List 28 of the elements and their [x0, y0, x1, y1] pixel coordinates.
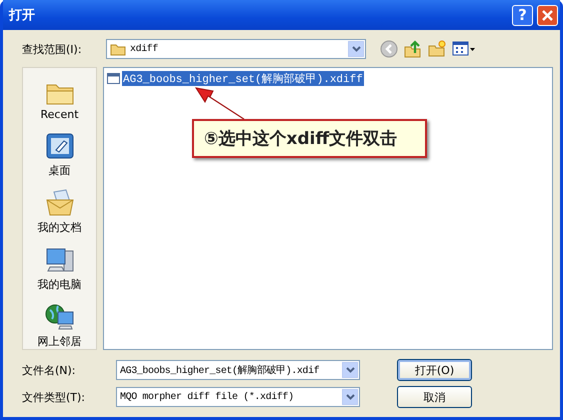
- place-item[interactable]: 我的文档: [23, 184, 96, 241]
- close-icon: [542, 10, 553, 20]
- documents-folder-icon: [44, 188, 76, 218]
- view-menu-icon[interactable]: [452, 41, 476, 57]
- close-button[interactable]: [537, 4, 558, 26]
- desktop-icon: [44, 131, 76, 161]
- file-name-label: 文件名(N):: [22, 362, 77, 378]
- look-in-dropdown[interactable]: xdiff: [106, 39, 366, 59]
- window-title: 打开: [9, 7, 36, 24]
- file-type-dropdown[interactable]: MQO morpher diff file (*.xdiff): [116, 387, 360, 407]
- file-icon: [107, 72, 120, 85]
- cancel-button[interactable]: 取消: [397, 386, 472, 408]
- callout-note: ⑤选中这个xdiff文件双击: [192, 119, 428, 158]
- file-name-field[interactable]: AG3_boobs_higher_set(解胸部破甲).xdif: [116, 360, 360, 380]
- place-item[interactable]: Recent: [23, 76, 96, 127]
- up-folder-icon[interactable]: [404, 40, 422, 58]
- folder-icon: [110, 42, 126, 56]
- file-type-label: 文件类型(T):: [22, 390, 86, 404]
- look-in-label: 查找范围(I):: [22, 42, 83, 56]
- place-item[interactable]: 我的电脑: [23, 241, 96, 298]
- help-button[interactable]: ?: [512, 4, 533, 26]
- network-icon: [44, 302, 76, 332]
- place-item[interactable]: 桌面: [23, 127, 96, 184]
- open-button[interactable]: 打开(O): [397, 359, 472, 381]
- file-item[interactable]: AG3_boobs_higher_set(解胸部破甲).xdiff: [122, 71, 364, 86]
- back-icon[interactable]: [380, 40, 398, 58]
- place-item[interactable]: 网上邻居: [23, 298, 96, 349]
- new-folder-icon[interactable]: [428, 40, 446, 58]
